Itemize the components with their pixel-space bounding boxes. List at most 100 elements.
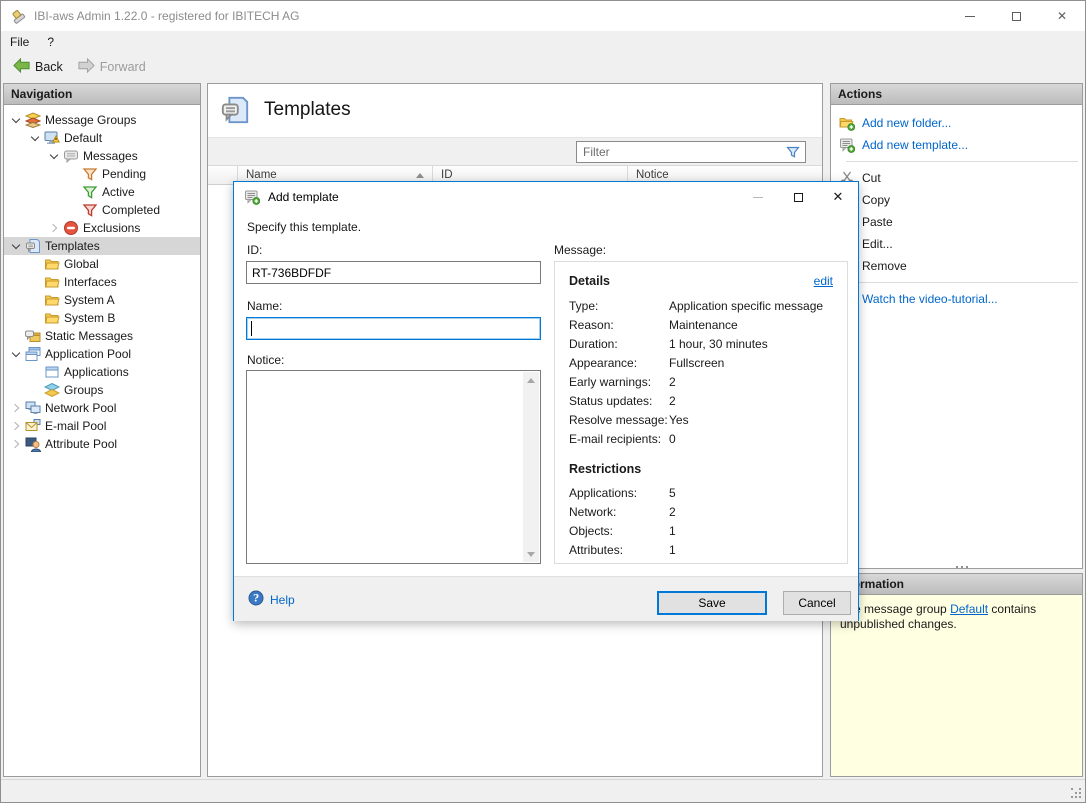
tree-item-static-messages[interactable]: Static Messages [4, 327, 200, 345]
back-icon [12, 56, 31, 78]
minimize-button[interactable] [947, 1, 993, 31]
chevron-right-icon[interactable] [8, 436, 23, 452]
tree-item-messages[interactable]: Messages [4, 147, 200, 165]
action-remove[interactable]: Remove [831, 255, 1082, 277]
column-name-label: Name [246, 169, 277, 181]
actions-separator [846, 282, 1078, 283]
scroll-down-icon[interactable] [523, 546, 539, 562]
information-panel: Information The message group Default co… [830, 573, 1083, 777]
dialog-maximize-button[interactable] [778, 182, 818, 212]
tree-item-message-groups[interactable]: Message Groups [4, 111, 200, 129]
default-group-link[interactable]: Default [950, 602, 988, 616]
action-cut[interactable]: Cut [831, 167, 1082, 189]
tree-item-e-mail-pool[interactable]: E-mail Pool [4, 417, 200, 435]
sort-ascending-icon [416, 173, 424, 178]
information-header: Information [831, 574, 1082, 595]
kv-label: Appearance: [569, 356, 669, 370]
restriction-row: Objects:1 [569, 521, 833, 540]
chevron-right-icon[interactable] [8, 400, 23, 416]
chevron-down-icon[interactable] [8, 112, 23, 128]
menu-help[interactable]: ? [38, 31, 63, 53]
restriction-row: Network:2 [569, 502, 833, 521]
resize-grip[interactable] [1070, 787, 1082, 799]
action-watch-the-video-tutorial[interactable]: Watch the video-tutorial... [831, 288, 1082, 310]
kv-label: E-mail recipients: [569, 432, 669, 446]
expander-spacer [27, 256, 42, 272]
messages-icon [63, 148, 79, 164]
action-copy[interactable]: Copy [831, 189, 1082, 211]
tree-item-exclusions[interactable]: Exclusions [4, 219, 200, 237]
forward-button[interactable]: Forward [70, 54, 153, 80]
actions-list: Add new folder...Add new template... CutC… [831, 105, 1082, 310]
action-add-new-folder[interactable]: Add new folder... [831, 112, 1082, 134]
add-template-dialog: Add template Specify this template. ID: … [233, 181, 859, 621]
add-template-dialog-icon [244, 189, 260, 205]
kv-value: 2 [669, 375, 833, 389]
app-icon [9, 7, 27, 25]
action-paste[interactable]: Paste [831, 211, 1082, 233]
notice-scrollbar[interactable] [523, 372, 539, 562]
window-controls [947, 1, 1085, 31]
details-rows: Type:Application specific messageReason:… [569, 296, 833, 448]
filter-input[interactable] [576, 141, 806, 163]
notice-textarea[interactable] [246, 370, 541, 564]
cancel-button[interactable]: Cancel [783, 591, 851, 615]
tree-item-templates[interactable]: Templates [4, 237, 200, 255]
chevron-down-icon[interactable] [46, 148, 61, 164]
chevron-down-icon[interactable] [27, 130, 42, 146]
tree-item-interfaces[interactable]: Interfaces [4, 273, 200, 291]
restriction-row: Attributes:1 [569, 540, 833, 559]
chevron-right-icon[interactable] [8, 418, 23, 434]
exclusions-icon [63, 220, 79, 236]
tree-item-pending[interactable]: Pending [4, 165, 200, 183]
kv-label: Reason: [569, 318, 669, 332]
edit-message-link[interactable]: edit [814, 274, 833, 288]
forward-icon [77, 56, 96, 78]
filter-icon[interactable] [785, 144, 801, 160]
main-header: Templates [208, 84, 822, 137]
tree-item-label: Groups [64, 383, 103, 397]
tree-item-completed[interactable]: Completed [4, 201, 200, 219]
help-link[interactable]: ? Help [248, 590, 295, 609]
tree-item-label: Network Pool [45, 401, 116, 415]
tree-item-default[interactable]: Default [4, 129, 200, 147]
name-field[interactable] [246, 317, 541, 340]
tree-item-groups[interactable]: Groups [4, 381, 200, 399]
tree-item-label: Active [102, 185, 135, 199]
message-label: Message: [554, 243, 606, 257]
tree-item-system-a[interactable]: System A [4, 291, 200, 309]
tree-item-applications[interactable]: Applications [4, 363, 200, 381]
panel-splitter-handle[interactable] [830, 563, 1083, 571]
kv-value: Yes [669, 413, 833, 427]
dialog-minimize-button [738, 182, 778, 212]
action-add-new-template[interactable]: Add new template... [831, 134, 1082, 156]
tree-item-system-b[interactable]: System B [4, 309, 200, 327]
menu-file[interactable]: File [1, 31, 38, 53]
kv-value: Maintenance [669, 318, 833, 332]
tree-item-network-pool[interactable]: Network Pool [4, 399, 200, 417]
kv-value: 1 hour, 30 minutes [669, 337, 833, 351]
chevron-down-icon[interactable] [8, 238, 23, 254]
maximize-button[interactable] [993, 1, 1039, 31]
add-template-icon [839, 137, 855, 153]
close-button[interactable] [1039, 1, 1085, 31]
tree-item-global[interactable]: Global [4, 255, 200, 273]
id-field[interactable] [246, 261, 541, 284]
information-text: The message group Default contains unpub… [831, 595, 1082, 776]
kv-value: 2 [669, 394, 833, 408]
tree-item-active[interactable]: Active [4, 183, 200, 201]
chevron-down-icon[interactable] [8, 346, 23, 362]
tree-item-label: Completed [102, 203, 160, 217]
kv-label: Status updates: [569, 394, 669, 408]
chevron-right-icon[interactable] [46, 220, 61, 236]
tree-item-application-pool[interactable]: Application Pool [4, 345, 200, 363]
tree-item-label: Exclusions [83, 221, 140, 235]
save-button[interactable]: Save [657, 591, 767, 615]
dialog-close-button[interactable] [818, 182, 858, 212]
action-edit[interactable]: Edit... [831, 233, 1082, 255]
tree-item-attribute-pool[interactable]: Attribute Pool [4, 435, 200, 453]
scroll-up-icon[interactable] [523, 372, 539, 388]
kv-label: Network: [569, 505, 669, 519]
templates-icon [25, 238, 41, 254]
back-button[interactable]: Back [5, 54, 70, 80]
